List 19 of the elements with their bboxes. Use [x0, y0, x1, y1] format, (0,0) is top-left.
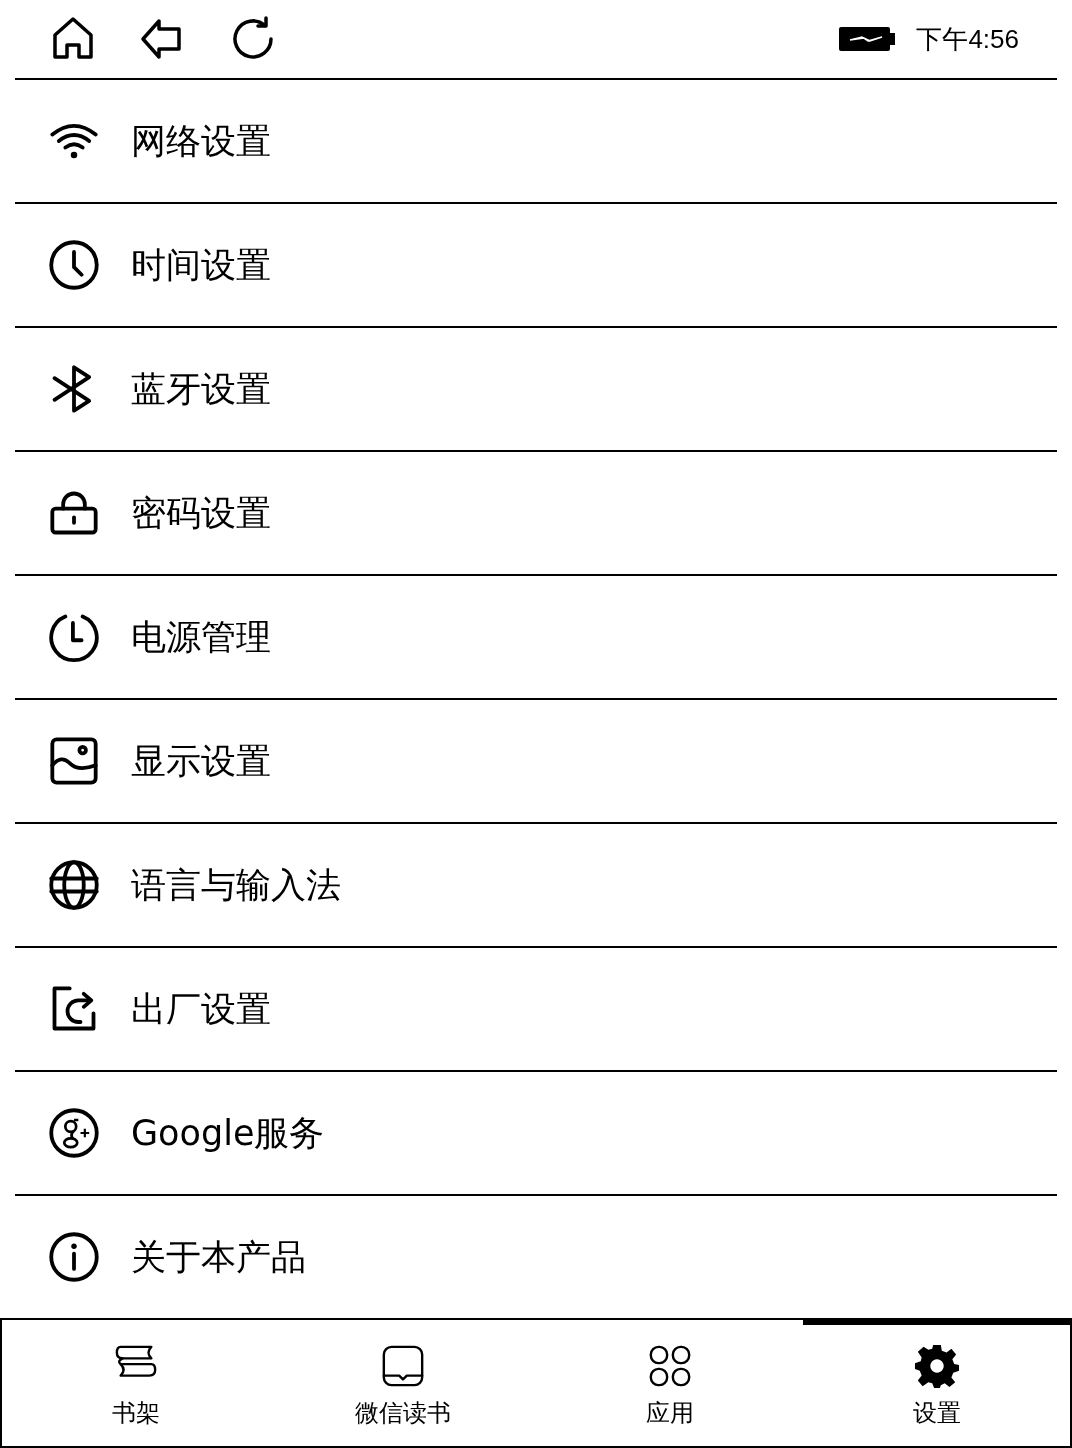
- settings-item[interactable]: 网络设置: [15, 80, 1057, 204]
- settings-item[interactable]: 关于本产品: [15, 1196, 1057, 1318]
- settings-item[interactable]: 显示设置: [15, 700, 1057, 824]
- globe-icon: [48, 859, 100, 911]
- power-timer-icon: [48, 611, 100, 663]
- image-icon: [48, 735, 100, 787]
- battery-icon: [838, 25, 897, 53]
- settings-item[interactable]: 密码设置: [15, 452, 1057, 576]
- google-plus-icon: [48, 1107, 100, 1159]
- settings-item[interactable]: 出厂设置: [15, 948, 1057, 1072]
- clock-icon: [48, 239, 100, 291]
- settings-item[interactable]: Google服务: [15, 1072, 1057, 1196]
- settings-item[interactable]: 电源管理: [15, 576, 1057, 700]
- gear-icon: [913, 1342, 960, 1389]
- settings-item[interactable]: 语言与输入法: [15, 824, 1057, 948]
- settings-item[interactable]: 蓝牙设置: [15, 328, 1057, 452]
- info-icon: [48, 1231, 100, 1283]
- status-time: 下午4:56: [916, 22, 1019, 56]
- settings-item[interactable]: 时间设置: [15, 204, 1057, 328]
